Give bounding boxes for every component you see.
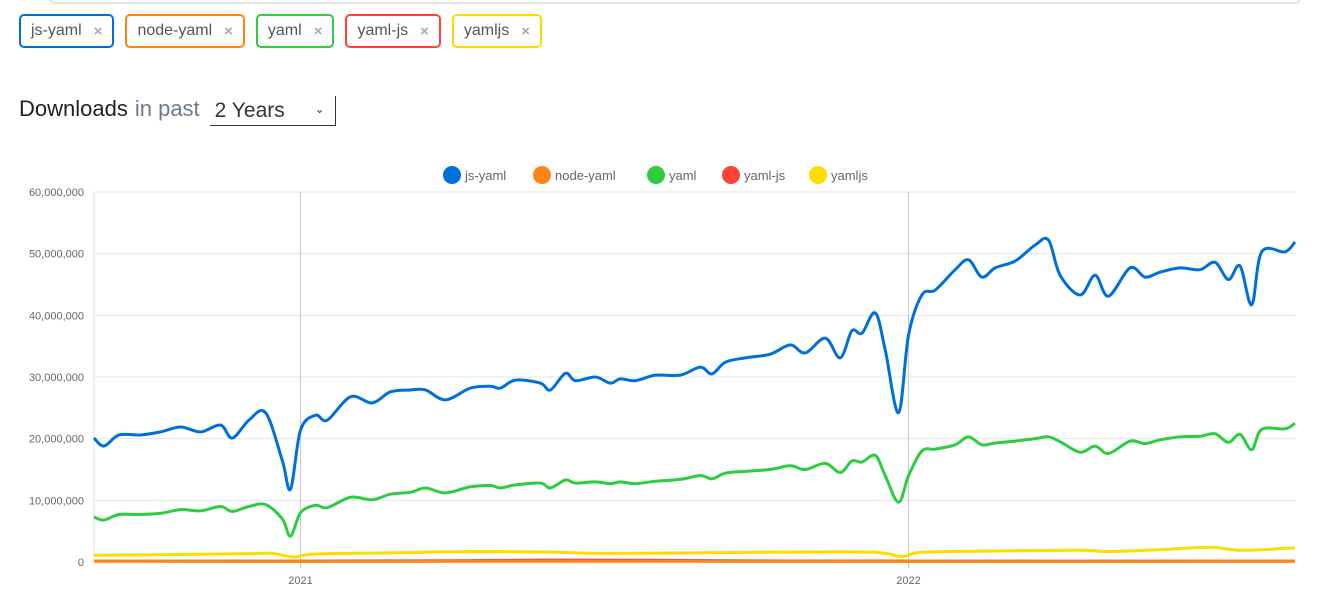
legend-marker <box>809 166 827 184</box>
y-tick-label: 0 <box>78 557 84 569</box>
x-tick-label: 2022 <box>896 575 920 587</box>
series-line-yaml <box>93 421 1296 538</box>
legend-marker <box>443 166 461 184</box>
legend-item-node-yaml: node-yaml <box>533 166 616 184</box>
series-line-yamljs <box>93 545 1296 559</box>
legend-label: node-yaml <box>555 168 616 183</box>
legend-label: yaml-js <box>744 168 786 183</box>
y-tick-label: 50,000,000 <box>29 249 84 261</box>
legend-label: yaml <box>669 168 697 183</box>
y-tick-label: 60,000,000 <box>29 187 84 199</box>
y-tick-label: 30,000,000 <box>29 372 84 384</box>
series-line-js-yaml <box>92 236 1297 492</box>
legend-label: js-yaml <box>464 168 506 183</box>
legend-item-yamljs: yamljs <box>809 166 868 184</box>
legend-marker <box>647 166 665 184</box>
legend-item-js-yaml: js-yaml <box>443 166 506 184</box>
y-tick-label: 40,000,000 <box>29 310 84 322</box>
downloads-chart: 0 10,000,000 20,000,000 30,000,000 40,000,00… <box>29 166 1297 587</box>
y-tick-label: 20,000,000 <box>29 434 84 446</box>
x-tick-label: 2021 <box>288 575 312 587</box>
legend-label: yamljs <box>831 168 868 183</box>
legend-marker <box>533 166 551 184</box>
legend-item-yaml: yaml <box>647 166 697 184</box>
legend-item-yaml-js: yaml-js <box>722 166 786 184</box>
legend-marker <box>722 166 740 184</box>
y-tick-label: 10,000,000 <box>29 495 84 507</box>
